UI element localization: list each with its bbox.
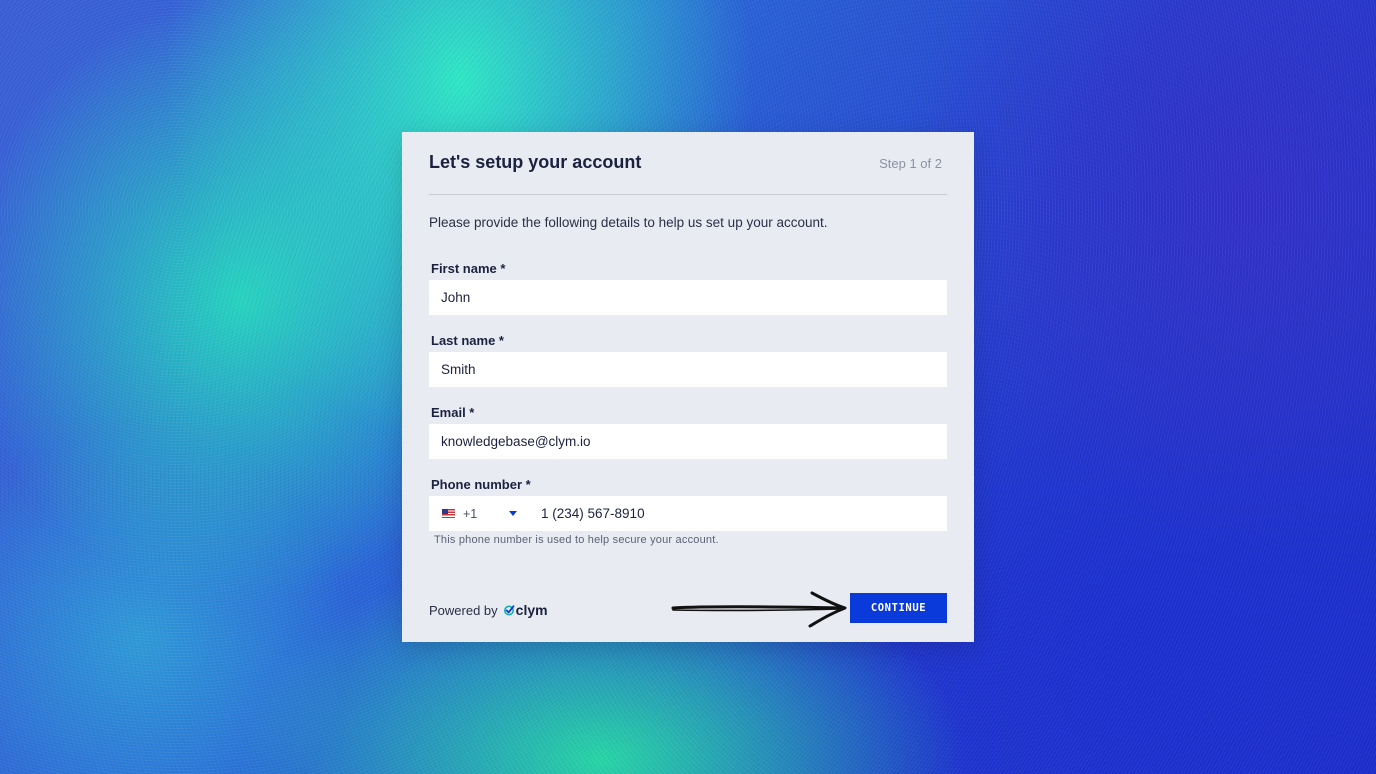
powered-by-text: Powered by [429, 602, 498, 618]
setup-account-card: Let's setup your account Step 1 of 2 Ple… [402, 132, 974, 642]
first-name-field: First name * John [429, 261, 947, 315]
caret-down-icon [509, 511, 517, 516]
first-name-label: First name * [431, 261, 506, 276]
card-title: Let's setup your account [429, 151, 642, 172]
country-code-select[interactable]: +1 [429, 496, 529, 531]
continue-button[interactable]: CONTINUE [850, 593, 947, 623]
phone-helper-text: This phone number is used to help secure… [434, 534, 719, 546]
phone-input[interactable]: 1 (234) 567-8910 [529, 506, 645, 521]
phone-field: Phone number * +1 1 (234) 567-8910 This … [429, 477, 947, 546]
step-indicator: Step 1 of 2 [879, 155, 942, 171]
clym-brand-text: clym [515, 602, 548, 618]
last-name-label: Last name * [431, 333, 504, 348]
first-name-input[interactable]: John [429, 280, 947, 315]
email-label: Email * [431, 405, 475, 420]
email-input[interactable]: knowledgebase@clym.io [429, 424, 947, 459]
us-flag-icon [442, 509, 455, 518]
clym-logo: clym [503, 602, 548, 618]
form-fields: First name * John Last name * Smith Emai… [429, 261, 947, 546]
intro-text: Please provide the following details to … [429, 215, 828, 230]
country-code: +1 [463, 506, 478, 521]
last-name-input[interactable]: Smith [429, 352, 947, 387]
card-footer: Powered by clym CONTINUE [429, 593, 947, 623]
email-field: Email * knowledgebase@clym.io [429, 405, 947, 459]
phone-row: +1 1 (234) 567-8910 [429, 496, 947, 531]
phone-label: Phone number * [431, 477, 531, 492]
last-name-field: Last name * Smith [429, 333, 947, 387]
card-header: Let's setup your account Step 1 of 2 [429, 132, 947, 195]
powered-by: Powered by clym [429, 602, 548, 618]
clym-check-icon [503, 605, 515, 616]
